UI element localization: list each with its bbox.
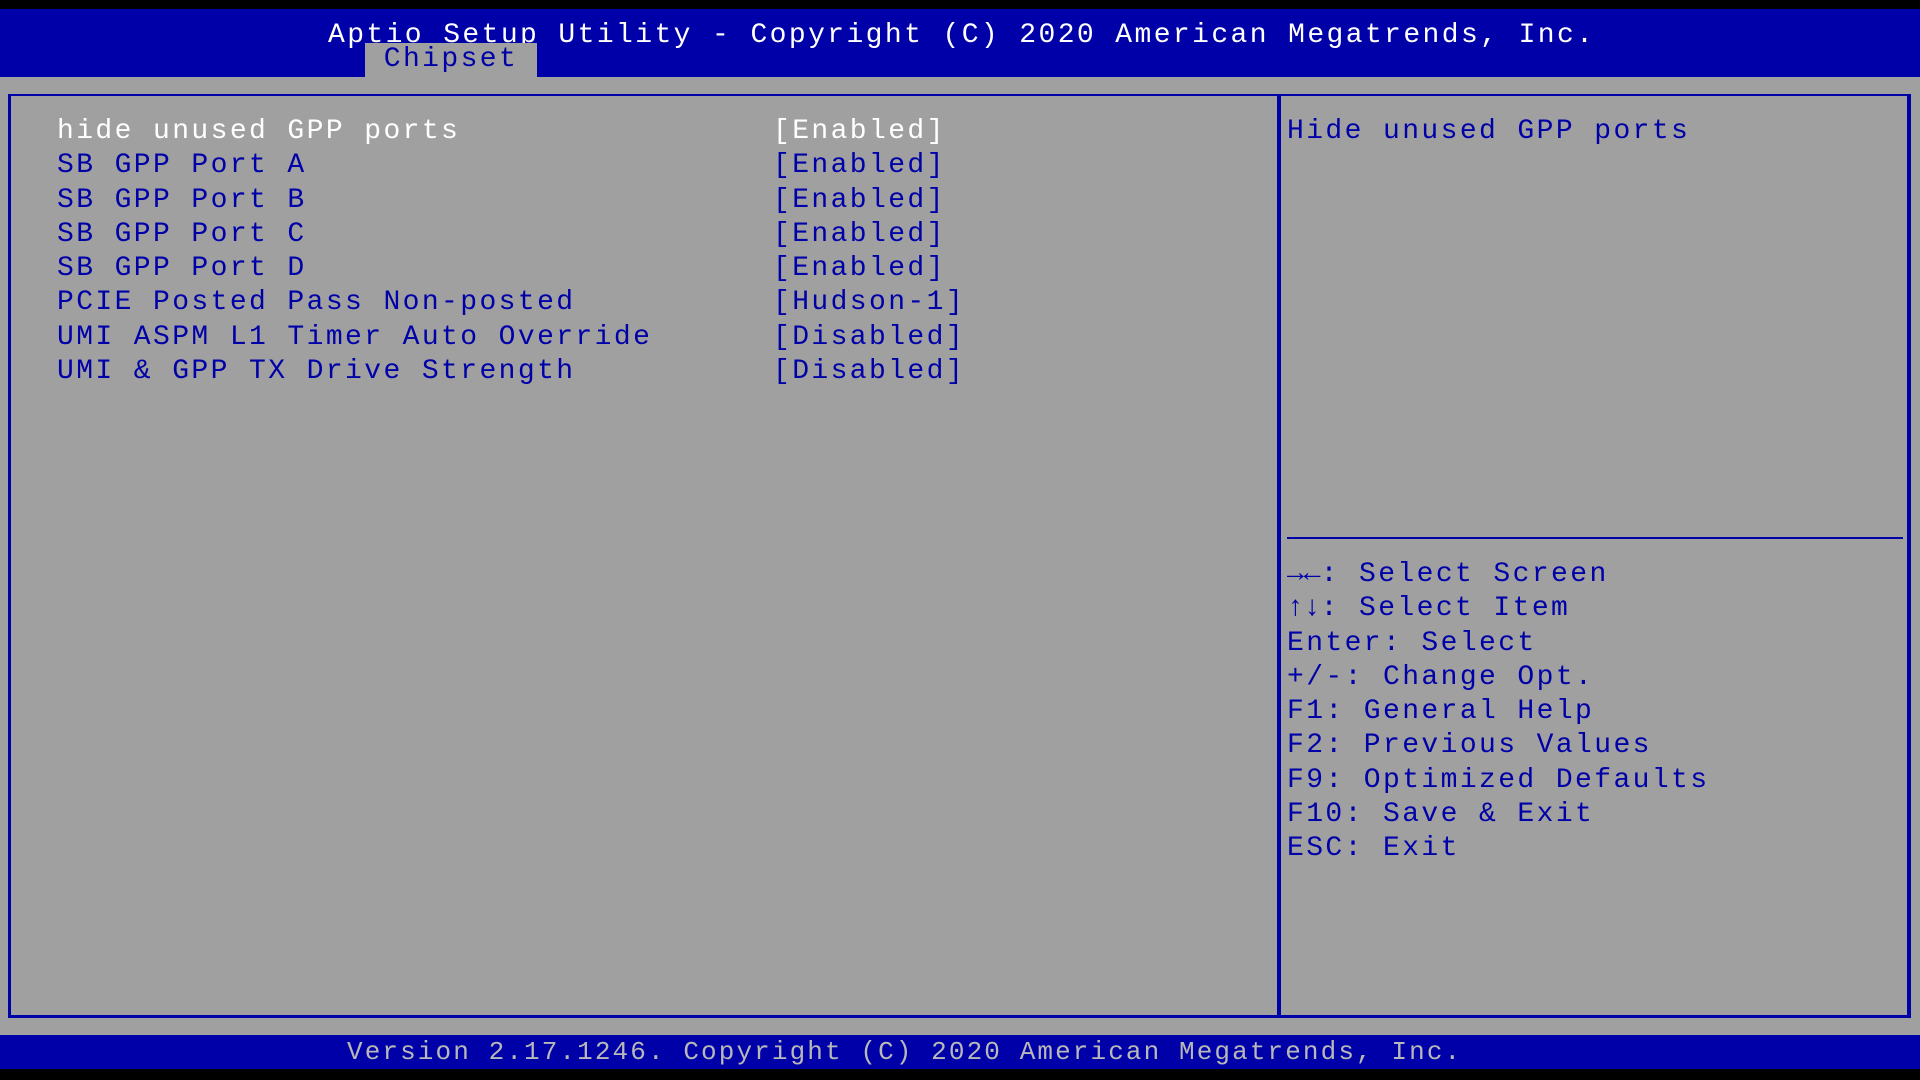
main-area: hide unused GPP ports [Enabled] SB GPP P… bbox=[0, 77, 1920, 1035]
key-hint-f1: F1: General Help bbox=[1287, 696, 1595, 728]
left-right-arrows-icon: →← bbox=[1287, 559, 1321, 590]
setting-label: UMI & GPP TX Drive Strength bbox=[57, 356, 576, 388]
help-separator bbox=[1287, 537, 1903, 539]
setting-value[interactable]: [Enabled] bbox=[773, 218, 946, 252]
setting-label: UMI ASPM L1 Timer Auto Override bbox=[57, 321, 653, 353]
up-down-arrows-icon: ↑↓ bbox=[1287, 593, 1321, 625]
setting-value[interactable]: [Enabled] bbox=[773, 252, 946, 286]
key-legend: →←: Select Screen ↑↓: Select Item Enter:… bbox=[1287, 558, 1709, 867]
key-hint-text: : Select Item bbox=[1320, 593, 1571, 625]
key-hint-f2: F2: Previous Values bbox=[1287, 730, 1652, 762]
footer-bar: Version 2.17.1246. Copyright (C) 2020 Am… bbox=[0, 1035, 1920, 1069]
key-hint-select-screen: →←: Select Screen bbox=[1287, 558, 1709, 592]
key-hint-esc: ESC: Exit bbox=[1287, 833, 1460, 865]
setting-value[interactable]: [Enabled] bbox=[773, 149, 946, 183]
setting-label: SB GPP Port A bbox=[57, 150, 307, 182]
footer-version-text: Version 2.17.1246. Copyright (C) 2020 Am… bbox=[347, 1037, 1463, 1067]
setting-value[interactable]: [Disabled] bbox=[773, 321, 965, 355]
setting-label: SB GPP Port C bbox=[57, 218, 307, 250]
setting-label: hide unused GPP ports bbox=[57, 116, 461, 147]
key-hint-select-item: ↑↓: Select Item bbox=[1287, 592, 1709, 626]
key-hint-f10: F10: Save & Exit bbox=[1287, 799, 1595, 831]
key-hint-change-opt: +/-: Change Opt. bbox=[1287, 661, 1595, 693]
setting-value[interactable]: [Enabled] bbox=[773, 115, 946, 149]
main-frame: hide unused GPP ports [Enabled] SB GPP P… bbox=[8, 94, 1911, 1018]
tab-chipset[interactable]: Chipset bbox=[365, 43, 537, 77]
key-hint-enter: Enter: Select bbox=[1287, 627, 1537, 659]
key-hint-f9: F9: Optimized Defaults bbox=[1287, 764, 1710, 796]
setting-value[interactable]: [Enabled] bbox=[773, 184, 946, 218]
setting-label: SB GPP Port B bbox=[57, 184, 307, 216]
setting-label: SB GPP Port D bbox=[57, 253, 307, 285]
help-description: Hide unused GPP ports bbox=[1287, 116, 1691, 147]
panel-divider bbox=[1277, 96, 1281, 1015]
setting-value[interactable]: [Hudson-1] bbox=[773, 286, 965, 320]
key-hint-text: : Select Screen bbox=[1320, 559, 1609, 590]
header-bar: Aptio Setup Utility - Copyright (C) 2020… bbox=[0, 9, 1920, 77]
setting-value[interactable]: [Disabled] bbox=[773, 355, 965, 389]
setting-label: PCIE Posted Pass Non-posted bbox=[57, 287, 576, 319]
